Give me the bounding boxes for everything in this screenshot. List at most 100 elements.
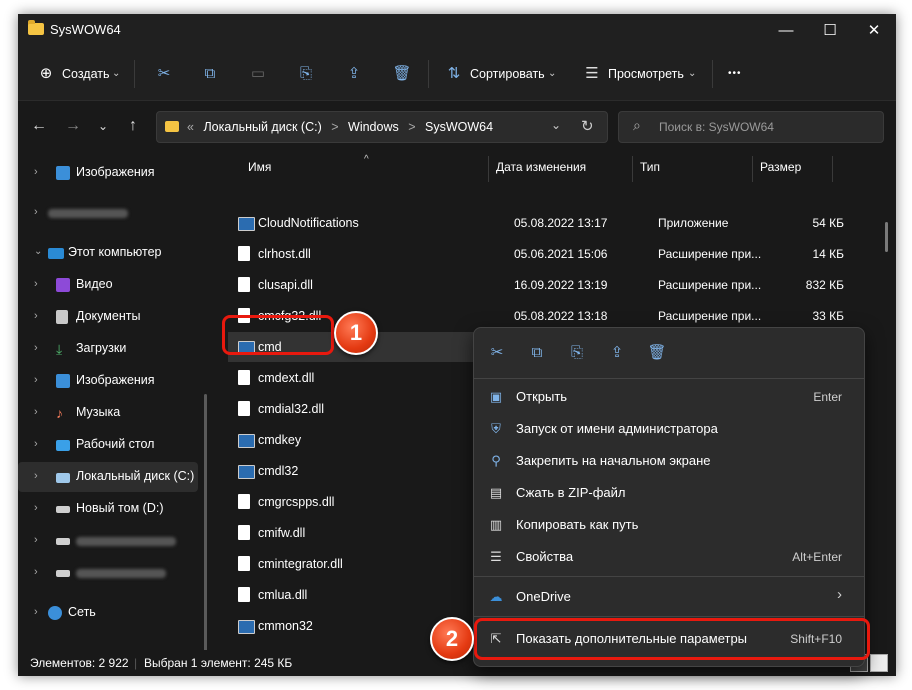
sidebar-item-music[interactable]: › ♪ Музыка — [18, 398, 198, 428]
sidebar-item-drive-d[interactable]: › Новый том (D:) — [18, 494, 198, 524]
dll-file-icon — [238, 246, 250, 261]
file-date: 16.09.2022 13:19 — [514, 278, 608, 292]
dll-file-icon — [238, 370, 250, 385]
up-arrow-icon[interactable]: ↑ — [122, 115, 144, 137]
file-name: cmdl32 — [258, 464, 299, 478]
paste-icon[interactable]: ▭ — [246, 62, 270, 86]
sidebar-item-network-drive-2[interactable]: › — [18, 558, 198, 588]
refresh-icon[interactable]: ↻ — [581, 117, 594, 135]
table-row[interactable]: CloudNotifications 05.08.2022 13:17 Прилож… — [228, 208, 844, 238]
chevron-right-icon[interactable]: › — [34, 438, 38, 450]
column-divider[interactable] — [488, 156, 489, 182]
sidebar-item-pictures-2[interactable]: › Изображения — [18, 366, 198, 396]
title-bar[interactable]: SysWOW64 — ☐ ✕ — [18, 14, 896, 48]
minimize-button[interactable]: — — [764, 14, 808, 48]
file-list-scrollbar[interactable] — [885, 222, 888, 252]
chevron-right-icon[interactable]: › — [34, 566, 38, 578]
sort-button[interactable]: Сортировать — [470, 62, 545, 86]
sidebar-item-documents[interactable]: › Документы — [18, 302, 198, 332]
application-icon — [238, 217, 255, 231]
menu-item-open[interactable]: ▣ Открыть Enter — [480, 382, 858, 412]
breadcrumb-separator: > — [331, 120, 339, 134]
tiles-view-icon[interactable] — [870, 654, 888, 672]
rename-icon[interactable]: ⎘ — [294, 62, 318, 86]
file-name: clrhost.dll — [258, 247, 311, 261]
column-header-name[interactable]: Имя — [248, 160, 271, 174]
more-options-button[interactable]: ••• — [728, 62, 742, 86]
chevron-right-icon[interactable]: › — [34, 406, 38, 418]
menu-item-onedrive[interactable]: ☁ OneDrive › — [480, 582, 858, 612]
toolbar-divider — [712, 60, 713, 88]
step-badge-2: 2 — [430, 617, 474, 661]
sidebar-scrollbar[interactable] — [204, 394, 207, 674]
chevron-right-icon[interactable]: › — [34, 374, 38, 386]
chevron-right-icon[interactable]: › — [34, 278, 38, 290]
menu-item-zip[interactable]: ▤ Сжать в ZIP-файл — [480, 478, 858, 508]
column-divider[interactable] — [632, 156, 633, 182]
copy-icon[interactable]: ⧉ — [198, 62, 222, 86]
chevron-right-icon[interactable]: › — [34, 534, 38, 546]
zip-icon: ▤ — [489, 485, 503, 500]
breadcrumb-overflow[interactable]: « — [187, 120, 194, 134]
back-arrow-icon[interactable]: ← — [28, 115, 50, 137]
menu-item-run-as-admin[interactable]: ⛨ Запуск от имени администратора — [480, 414, 858, 444]
chevron-right-icon[interactable]: › — [34, 606, 38, 618]
chevron-down-icon[interactable]: ⌄ — [34, 246, 42, 257]
rename-icon[interactable]: ⎘ — [566, 342, 588, 364]
table-row[interactable]: clusapi.dll 16.09.2022 13:19 Расширение пр… — [228, 270, 844, 300]
sidebar-item-network-drive-1[interactable]: › — [18, 526, 198, 556]
sidebar-item-label: Загрузки — [76, 341, 127, 355]
breadcrumb-drive[interactable]: Локальный диск (C:) — [203, 120, 321, 134]
chevron-right-icon[interactable]: › — [34, 166, 38, 178]
menu-item-label: Закрепить на начальном экране — [516, 453, 711, 468]
view-button[interactable]: Просмотреть — [608, 62, 684, 86]
menu-item-pin-start[interactable]: ⚲ Закрепить на начальном экране — [480, 446, 858, 476]
share-icon[interactable]: ⇪ — [342, 62, 366, 86]
chevron-right-icon[interactable]: › — [34, 206, 38, 218]
chevron-right-icon[interactable]: › — [34, 342, 38, 354]
sidebar-item-this-pc[interactable]: ⌄ Этот компьютер — [18, 238, 198, 268]
pin-icon: ⚲ — [491, 453, 501, 468]
sidebar-item-drive-c[interactable]: › Локальный диск (C:) — [18, 462, 198, 492]
cut-icon[interactable]: ✂ — [152, 62, 176, 86]
create-button[interactable]: Создать — [62, 62, 110, 86]
column-header-type[interactable]: Тип — [640, 160, 660, 174]
chevron-down-icon: ⌄ — [112, 68, 121, 79]
command-bar: ⊕ Создать ⌄ ✂ ⧉ ▭ ⎘ ⇪ 🗑 ⇅ Сортировать ⌄ … — [18, 48, 896, 101]
chevron-down-icon[interactable]: ⌄ — [551, 118, 561, 132]
breadcrumb-windows[interactable]: Windows — [348, 120, 399, 134]
dll-file-icon — [238, 401, 250, 416]
menu-item-properties[interactable]: ☰ Свойства Alt+Enter — [480, 542, 858, 572]
file-size: 14 КБ — [812, 247, 844, 261]
menu-item-copy-path[interactable]: ▥ Копировать как путь — [480, 510, 858, 540]
chevron-right-icon[interactable]: › — [34, 310, 38, 322]
sidebar-item-downloads[interactable]: › ⤓ Загрузки — [18, 334, 198, 364]
file-name: cmdial32.dll — [258, 402, 325, 416]
column-header-size[interactable]: Размер — [760, 160, 801, 174]
share-icon[interactable]: ⇪ — [606, 342, 628, 364]
sidebar-item-onedrive[interactable]: › — [18, 198, 198, 228]
maximize-button[interactable]: ☐ — [808, 14, 852, 48]
sidebar-item-desktop[interactable]: › Рабочий стол — [18, 430, 198, 460]
chevron-right-icon[interactable]: › — [34, 470, 38, 482]
cut-icon[interactable]: ✂ — [486, 342, 508, 364]
breadcrumb-syswow64[interactable]: SysWOW64 — [425, 120, 493, 134]
close-button[interactable]: ✕ — [852, 14, 896, 48]
column-divider[interactable] — [832, 156, 833, 182]
sidebar-item-pictures[interactable]: › Изображения — [18, 158, 198, 188]
recent-chevron-icon[interactable]: ⌄ — [92, 115, 114, 137]
sidebar-item-video[interactable]: › Видео — [18, 270, 198, 300]
delete-icon[interactable]: 🗑 — [646, 342, 668, 364]
chevron-right-icon[interactable]: › — [34, 502, 38, 514]
drive-icon — [56, 570, 70, 577]
sidebar-item-network[interactable]: › Сеть — [18, 598, 198, 628]
copy-icon[interactable]: ⧉ — [526, 342, 548, 364]
search-input[interactable]: Поиск в: SysWOW64 — [659, 120, 774, 134]
column-header-date[interactable]: Дата изменения — [496, 160, 586, 174]
column-divider[interactable] — [752, 156, 753, 182]
delete-icon[interactable]: 🗑 — [390, 62, 414, 86]
address-bar[interactable]: « Локальный диск (C:) > Windows > SysWOW… — [156, 111, 608, 143]
search-box[interactable]: ⌕ Поиск в: SysWOW64 — [618, 111, 884, 143]
table-row[interactable]: clrhost.dll 05.06.2021 15:06 Расширение пр… — [228, 239, 844, 269]
forward-arrow-icon[interactable]: → — [62, 115, 84, 137]
